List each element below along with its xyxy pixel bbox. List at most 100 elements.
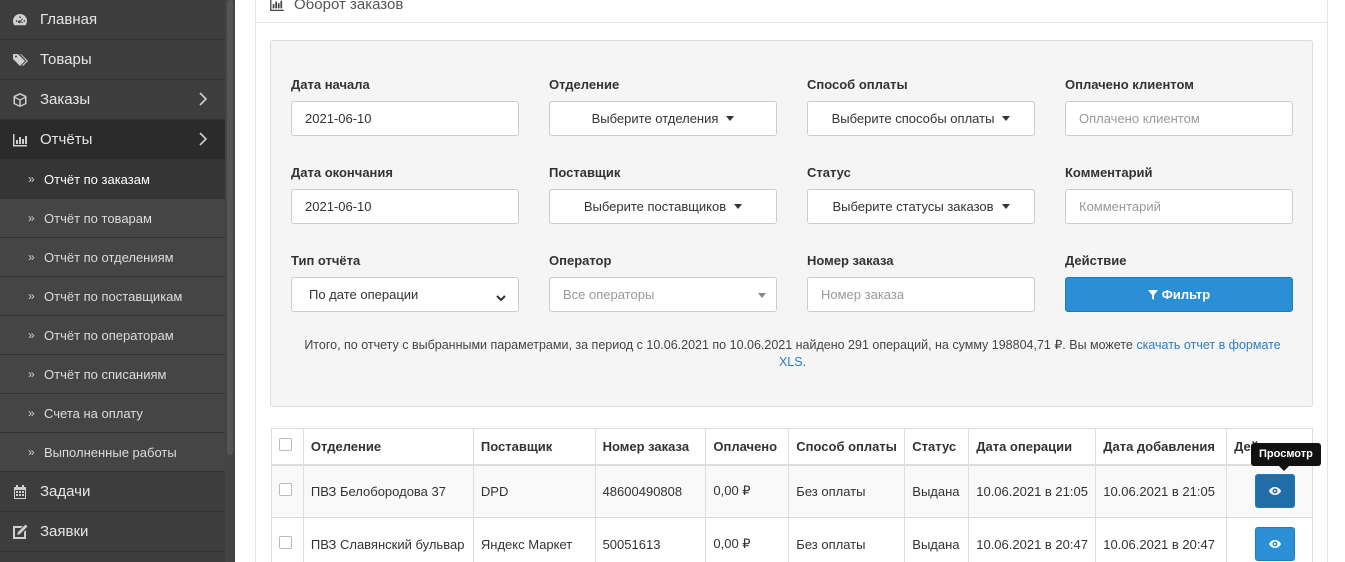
- column-header[interactable]: Дата операции: [968, 428, 1097, 466]
- sidebar-subitem-label: Выполненные работы: [44, 444, 177, 460]
- filter-icon: [1147, 289, 1158, 300]
- row-select-cell: [271, 464, 304, 518]
- select-all-checkbox[interactable]: [279, 438, 292, 452]
- caret-down-icon: [758, 293, 766, 298]
- department-dropdown[interactable]: Выберите отделения: [549, 101, 777, 136]
- supplier-dropdown[interactable]: Выберите поставщиков: [549, 189, 777, 224]
- sidebar-subitem-operators-report[interactable]: » Отчёт по операторам: [0, 316, 225, 355]
- sidebar-subitem-orders-report[interactable]: » Отчёт по заказам: [0, 160, 225, 199]
- comment-label: Комментарий: [1065, 165, 1153, 180]
- paid-by-client-input[interactable]: Оплачено клиентом: [1065, 101, 1293, 136]
- sidebar-item-requests[interactable]: Заявки: [0, 512, 225, 552]
- row-checkbox[interactable]: [279, 536, 292, 549]
- sidebar-subitem-writeoffs-report[interactable]: » Отчёт по списаниям: [0, 355, 225, 394]
- sidebar-subitem-departments-report[interactable]: » Отчёт по отделениям: [0, 238, 225, 277]
- payment-method-field: Способ оплаты Выберите способы оплаты: [807, 77, 1035, 136]
- department-label: Отделение: [549, 77, 620, 92]
- sidebar-subitem-label: Счета на оплату: [44, 405, 143, 421]
- end-date-field: Дата окончания 2021-06-10: [291, 165, 519, 224]
- department-value: Выберите отделения: [591, 111, 719, 126]
- table-cell: Без оплаты: [788, 464, 906, 518]
- summary-body: Итого, по отчету с выбранными параметрам…: [304, 338, 1137, 352]
- sidebar-item-label: Заявки: [40, 523, 89, 540]
- column-header[interactable]: Отделение: [302, 428, 474, 466]
- chevron-down-icon: [496, 290, 506, 305]
- summary-text: Итого, по отчету с выбранными параметрам…: [291, 337, 1294, 371]
- orders-table: Отделение Поставщик Номер заказа Оплачен…: [271, 428, 1313, 562]
- start-date-input[interactable]: 2021-06-10: [291, 101, 519, 136]
- report-type-field: Тип отчёта По дате операции: [291, 253, 519, 312]
- comment-input[interactable]: Комментарий: [1065, 189, 1293, 224]
- dashboard-icon: [0, 12, 40, 28]
- sidebar-subitem-products-report[interactable]: » Отчёт по товарам: [0, 199, 225, 238]
- order-number-field: Номер заказа Номер заказа: [807, 253, 1035, 312]
- payment-method-dropdown[interactable]: Выберите способы оплаты: [807, 101, 1035, 136]
- table-cell: DPD: [472, 464, 596, 518]
- filter-button[interactable]: Фильтр: [1065, 277, 1293, 312]
- summary-end: .: [802, 355, 807, 369]
- report-type-label: Тип отчёта: [291, 253, 361, 268]
- supplier-label: Поставщик: [549, 165, 621, 180]
- sidebar-scrollbar[interactable]: [227, 0, 233, 455]
- column-header[interactable]: Оплачено: [705, 428, 790, 466]
- sidebar-item-label: Заказы: [40, 91, 91, 108]
- bar-chart-icon: [0, 132, 40, 148]
- sidebar-item-orders[interactable]: Заказы: [0, 80, 225, 120]
- sidebar-item-home[interactable]: Главная: [0, 0, 225, 40]
- status-dropdown[interactable]: Выберите статусы заказов: [807, 189, 1035, 224]
- table-cell: 48600490808: [594, 464, 707, 518]
- sidebar-item-reports[interactable]: Отчёты: [0, 120, 225, 160]
- end-date-input[interactable]: 2021-06-10: [291, 189, 519, 224]
- sidebar-subitem-completed-works[interactable]: » Выполненные работы: [0, 433, 225, 472]
- column-header[interactable]: Номер заказа: [594, 428, 707, 466]
- table-cell: Яндекс Маркет: [472, 517, 596, 562]
- double-chevron-icon: »: [28, 172, 35, 186]
- sidebar-item-products[interactable]: Товары: [0, 40, 225, 80]
- paid-by-client-field: Оплачено клиентом Оплачено клиентом: [1065, 77, 1293, 136]
- comment-field: Комментарий Комментарий: [1065, 165, 1293, 224]
- double-chevron-icon: »: [28, 211, 35, 225]
- sidebar-item-label: Отчёты: [40, 131, 93, 148]
- sidebar-item-tasks[interactable]: Задачи: [0, 472, 225, 512]
- double-chevron-icon: »: [28, 367, 35, 381]
- order-number-input[interactable]: Номер заказа: [807, 277, 1035, 312]
- paid-by-client-label: Оплачено клиентом: [1065, 77, 1194, 92]
- panel-title: Оборот заказов: [270, 0, 403, 13]
- table-header-row: Отделение Поставщик Номер заказа Оплачен…: [271, 428, 1313, 466]
- column-header[interactable]: Поставщик: [472, 428, 596, 466]
- operator-value: Все операторы: [563, 287, 655, 302]
- action-cell: [1226, 517, 1313, 562]
- table-cell: 50051613: [594, 517, 707, 562]
- view-button[interactable]: [1255, 474, 1296, 509]
- table-row: ПВЗ Белобородова 37 DPD 48600490808 0,00…: [271, 464, 1313, 518]
- column-header[interactable]: Статус: [904, 428, 970, 466]
- department-field: Отделение Выберите отделения: [549, 77, 777, 136]
- double-chevron-icon: »: [28, 289, 35, 303]
- main-content: Оборот заказов Дата начала 2021-06-10 Да…: [235, 0, 1345, 562]
- filter-form: Дата начала 2021-06-10 Дата окончания 20…: [270, 40, 1313, 407]
- sidebar-subitem-suppliers-report[interactable]: » Отчёт по поставщикам: [0, 277, 225, 316]
- sidebar-item-label: Задачи: [40, 483, 91, 500]
- report-type-value: По дате операции: [309, 287, 419, 302]
- double-chevron-icon: »: [28, 445, 35, 459]
- report-type-select[interactable]: По дате операции: [291, 277, 519, 312]
- end-date-label: Дата окончания: [291, 165, 393, 180]
- action-label: Действие: [1065, 253, 1127, 268]
- divider: [255, 22, 1328, 23]
- column-header[interactable]: Способ оплаты: [788, 428, 906, 466]
- action-cell: [1226, 464, 1313, 518]
- sidebar-item-label: Товары: [40, 51, 92, 68]
- view-button[interactable]: [1255, 527, 1296, 561]
- sidebar-item-label: Главная: [40, 11, 98, 28]
- supplier-value: Выберите поставщиков: [583, 199, 727, 214]
- supplier-field: Поставщик Выберите поставщиков: [549, 165, 777, 224]
- sidebar-subitem-invoices[interactable]: » Счета на оплату: [0, 394, 225, 433]
- start-date-field: Дата начала 2021-06-10: [291, 77, 519, 136]
- column-header[interactable]: Дата добавления: [1095, 428, 1228, 466]
- operator-select[interactable]: Все операторы: [549, 277, 777, 312]
- sidebar: Главная Товары Заказы Отчёты » Отчёт по з…: [0, 0, 225, 562]
- cube-icon: [0, 92, 40, 108]
- eye-icon: [1269, 540, 1282, 548]
- row-checkbox[interactable]: [279, 483, 292, 497]
- eye-icon: [1269, 487, 1282, 496]
